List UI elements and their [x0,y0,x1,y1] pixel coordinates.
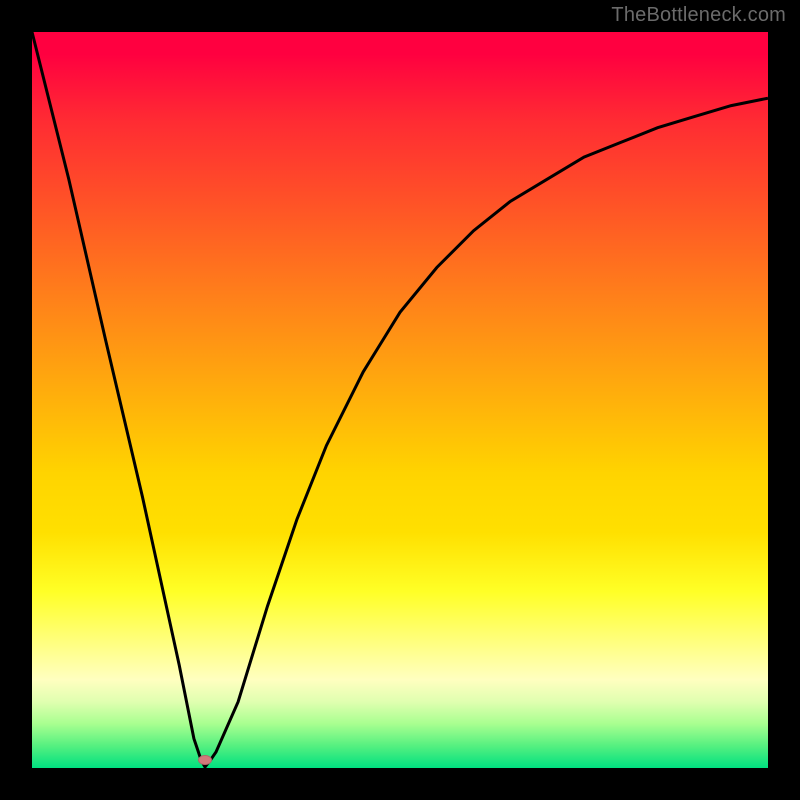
optimum-marker [198,755,212,765]
bottleneck-curve [32,32,768,768]
chart-frame: TheBottleneck.com [0,0,800,800]
plot-area [32,32,768,768]
curve-path [32,32,768,767]
credit-label: TheBottleneck.com [611,4,786,27]
